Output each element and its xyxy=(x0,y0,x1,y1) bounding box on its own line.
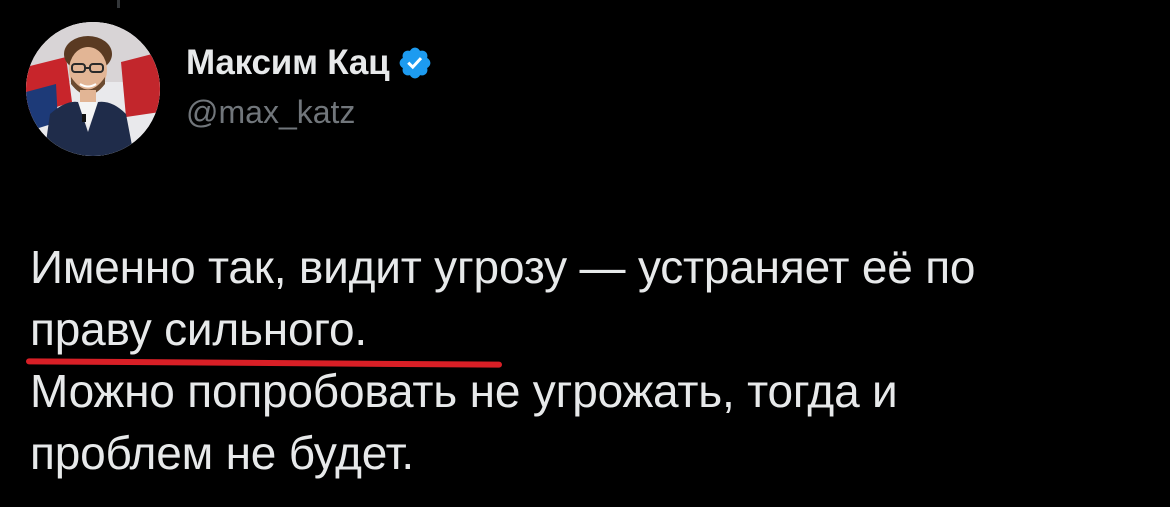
tweet-text-line: праву сильного. xyxy=(30,298,1150,360)
avatar-photo xyxy=(26,22,160,156)
tweet-text-line: Именно так, видит угрозу — устраняет её … xyxy=(30,241,976,293)
author-avatar[interactable] xyxy=(26,22,160,156)
tweet-text-line: Можно попробовать не угрожать, тогда и xyxy=(30,365,898,417)
verified-badge-icon xyxy=(397,45,433,81)
author-display-name[interactable]: Максим Кац xyxy=(186,43,390,83)
tweet-text: Именно так, видит угрозу — устраняет её … xyxy=(25,236,1150,484)
tweet: Максим Кац @max_katz Именно так, видит у… xyxy=(0,0,1170,507)
author-handle[interactable]: @max_katz xyxy=(186,94,433,131)
highlighted-phrase: праву сильного. xyxy=(30,303,367,355)
name-row: Максим Кац xyxy=(186,40,433,86)
tweet-text-line: проблем не будет. xyxy=(30,427,415,479)
author-info[interactable]: Максим Кац @max_katz xyxy=(186,40,433,131)
